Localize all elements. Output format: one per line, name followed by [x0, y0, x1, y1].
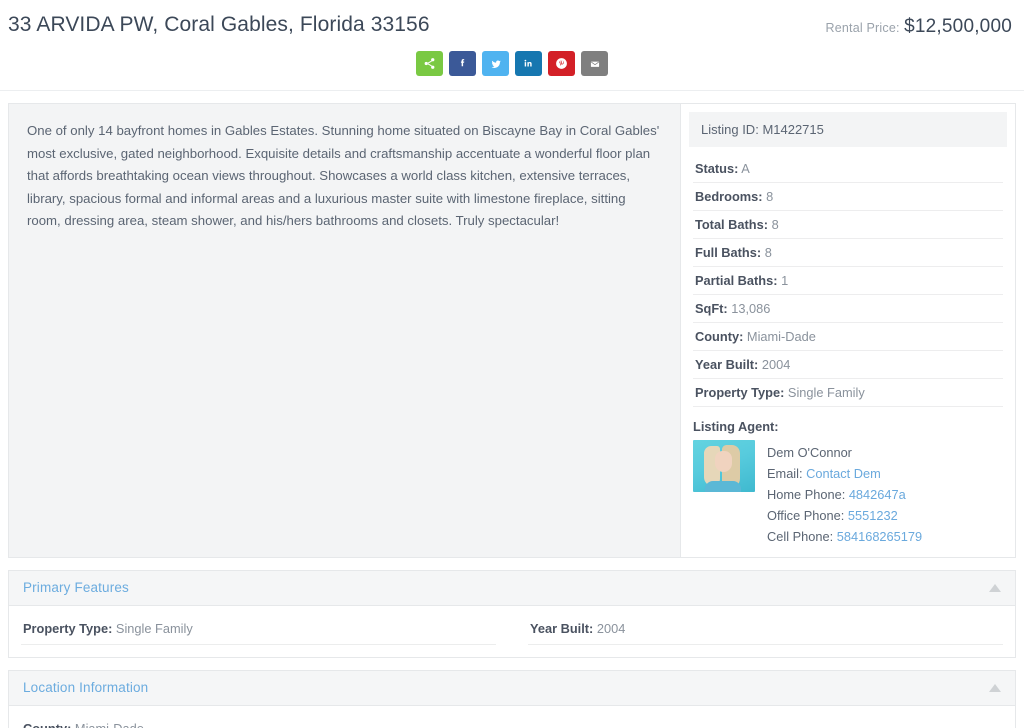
- section-primary-features: Primary Features Property Type: Single F…: [8, 570, 1016, 658]
- description-pane: One of only 14 bayfront homes in Gables …: [9, 104, 681, 557]
- section-body-primary-features: Property Type: Single Family Year Built:…: [9, 606, 1015, 657]
- detail-row-sqft: SqFt: 13,086: [693, 295, 1003, 323]
- field-value: Single Family: [115, 621, 193, 636]
- listing-page: 33 ARVIDA PW, Coral Gables, Florida 3315…: [0, 0, 1024, 728]
- detail-value: Single Family: [787, 385, 865, 400]
- chevron-up-icon[interactable]: [989, 683, 1001, 692]
- detail-label: Year Built:: [695, 357, 759, 372]
- section-title: Primary Features: [23, 580, 129, 595]
- field-year-built: Year Built: 2004: [528, 614, 1003, 645]
- detail-value: 13,086: [731, 301, 771, 316]
- detail-value: 8: [771, 217, 779, 232]
- section-column-left: Property Type: Single Family: [21, 614, 496, 645]
- detail-row-full-baths: Full Baths: 8: [693, 239, 1003, 267]
- agent-contact-lines: Dem O'Connor Email: Contact Dem Home Pho…: [767, 440, 922, 547]
- share-button[interactable]: [416, 51, 443, 76]
- section-column-right: [528, 714, 1003, 728]
- detail-value: 8: [764, 245, 772, 260]
- agent-cell-phone-row: Cell Phone: 584168265179: [767, 526, 922, 547]
- detail-label: Partial Baths:: [695, 273, 778, 288]
- section-header-primary-features[interactable]: Primary Features: [9, 571, 1015, 606]
- section-header-location-information[interactable]: Location Information: [9, 671, 1015, 706]
- page-header: 33 ARVIDA PW, Coral Gables, Florida 3315…: [0, 0, 1024, 40]
- linkedin-button[interactable]: [515, 51, 542, 76]
- detail-label: Full Baths:: [695, 245, 762, 260]
- facebook-button[interactable]: [449, 51, 476, 76]
- detail-row-status: Status: A: [693, 155, 1003, 183]
- email-button[interactable]: [581, 51, 608, 76]
- detail-row-partial-baths: Partial Baths: 1: [693, 267, 1003, 295]
- facebook-icon: [460, 59, 465, 67]
- detail-value: Miami-Dade: [746, 329, 816, 344]
- agent-office-phone-link[interactable]: 5551232: [848, 508, 898, 523]
- detail-row-property-type: Property Type: Single Family: [693, 379, 1003, 407]
- field-value: Miami-Dade: [75, 721, 144, 728]
- twitter-icon: [491, 60, 501, 68]
- agent-home-phone-row: Home Phone: 4842647a: [767, 484, 922, 505]
- detail-label: Property Type:: [695, 385, 785, 400]
- field-label: Property Type:: [23, 621, 113, 636]
- pinterest-button[interactable]: [548, 51, 575, 76]
- listing-id-value: M1422715: [762, 122, 824, 137]
- agent-office-phone-row: Office Phone: 5551232: [767, 505, 922, 526]
- listing-agent-label: Listing Agent:: [693, 419, 779, 434]
- agent-avatar: [693, 440, 755, 492]
- section-body-location-information: County: Miami-Dade Location: Western exp…: [9, 706, 1015, 728]
- field-property-type: Property Type: Single Family: [21, 614, 496, 645]
- field-value: 2004: [596, 621, 626, 636]
- twitter-button[interactable]: [482, 51, 509, 76]
- pinterest-icon: [556, 58, 567, 69]
- detail-label: County:: [695, 329, 744, 344]
- avatar-clothing: [705, 481, 741, 492]
- chevron-up-icon[interactable]: [989, 583, 1001, 592]
- field-county: County: Miami-Dade: [21, 714, 496, 728]
- section-title: Location Information: [23, 680, 149, 695]
- price-label: Rental Price:: [825, 21, 900, 35]
- detail-label: Bedrooms:: [695, 189, 763, 204]
- field-label: County:: [23, 721, 71, 728]
- section-column-left: County: Miami-Dade Location: Western exp…: [21, 714, 496, 728]
- field-label: Year Built:: [530, 621, 594, 636]
- agent-home-phone-label: Home Phone:: [767, 487, 846, 502]
- agent-cell-phone-link[interactable]: 584168265179: [837, 529, 922, 544]
- agent-email-row: Email: Contact Dem: [767, 463, 922, 484]
- linkedin-icon: [524, 59, 532, 67]
- agent-email-link[interactable]: Contact Dem: [806, 466, 881, 481]
- social-share-bar: [0, 51, 1024, 91]
- agent-email-label: Email:: [767, 466, 803, 481]
- detail-value: 8: [766, 189, 774, 204]
- agent-home-phone-link[interactable]: 4842647a: [849, 487, 906, 502]
- price-block: Rental Price: $12,500,000: [826, 10, 1013, 38]
- page-title: 33 ARVIDA PW, Coral Gables, Florida 3315…: [8, 13, 430, 36]
- agent-office-phone-label: Office Phone:: [767, 508, 845, 523]
- listing-id-label: Listing ID:: [701, 122, 759, 137]
- detail-label: Status:: [695, 161, 739, 176]
- detail-row-bedrooms: Bedrooms: 8: [693, 183, 1003, 211]
- details-pane: Listing ID: M1422715 Status: A Bedrooms:…: [681, 104, 1015, 557]
- envelope-icon: [590, 61, 599, 67]
- detail-value: 2004: [761, 357, 791, 372]
- detail-row-county: County: Miami-Dade: [693, 323, 1003, 351]
- listing-summary-card: One of only 14 bayfront homes in Gables …: [8, 103, 1016, 558]
- price-value: $12,500,000: [904, 16, 1012, 37]
- agent-name: Dem O'Connor: [767, 445, 852, 460]
- detail-label: Total Baths:: [695, 217, 768, 232]
- listing-agent-block: Dem O'Connor Email: Contact Dem Home Pho…: [693, 440, 1003, 547]
- listing-description: One of only 14 bayfront homes in Gables …: [27, 123, 660, 228]
- detail-value: A: [741, 161, 750, 176]
- detail-value: 1: [781, 273, 789, 288]
- share-icon: [424, 58, 435, 69]
- detail-row-year-built: Year Built: 2004: [693, 351, 1003, 379]
- detail-label: SqFt:: [695, 301, 728, 316]
- agent-cell-phone-label: Cell Phone:: [767, 529, 834, 544]
- avatar-face: [715, 451, 732, 472]
- listing-id-header: Listing ID: M1422715: [689, 112, 1007, 147]
- section-column-right: Year Built: 2004: [528, 614, 1003, 645]
- section-location-information: Location Information County: Miami-Dade …: [8, 670, 1016, 728]
- detail-row-total-baths: Total Baths: 8: [693, 211, 1003, 239]
